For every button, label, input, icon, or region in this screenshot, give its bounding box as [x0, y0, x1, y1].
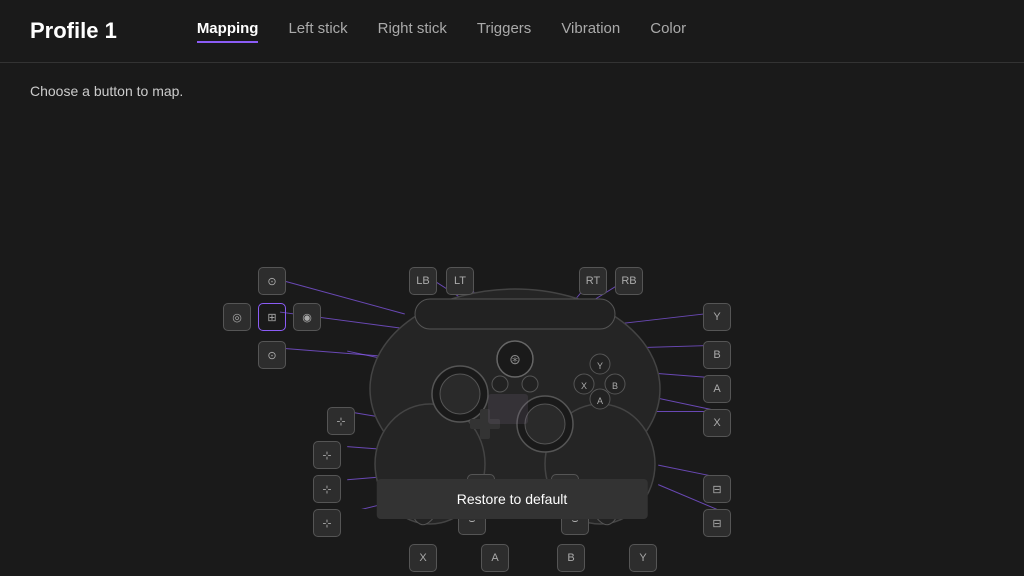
content: Choose a button to map. [0, 63, 1024, 574]
icon-dpad-center[interactable]: ⊹ [327, 407, 355, 435]
icon-dpad-up[interactable]: ⊹ [313, 441, 341, 469]
tab-right-stick[interactable]: Right stick [378, 20, 447, 43]
svg-text:X: X [581, 381, 587, 391]
icon-rt[interactable]: RT [579, 267, 607, 295]
icon-dpad-down[interactable]: ⊹ [313, 475, 341, 503]
icon-left-bottom[interactable]: ⊙ [258, 341, 286, 369]
icon-dpad-left[interactable]: ⊹ [313, 509, 341, 537]
icon-left-mid-left[interactable]: ◎ [223, 303, 251, 331]
icon-left-mid-right[interactable]: ◉ [293, 303, 321, 331]
tab-left-stick[interactable]: Left stick [288, 20, 347, 43]
icon-face-y-bottom[interactable]: Y [629, 544, 657, 572]
svg-text:B: B [612, 381, 618, 391]
svg-text:A: A [597, 396, 603, 406]
icon-btn-x[interactable]: X [703, 409, 731, 437]
mapping-area: ⊛ Y B A X ⊙ ◎ ⊞ ◉ ⊙ ⊹ ⊹ ⊹ [30, 119, 994, 509]
profile-title: Profile 1 [30, 18, 117, 44]
restore-button[interactable]: Restore to default [377, 479, 648, 519]
icon-lt[interactable]: LT [446, 267, 474, 295]
icon-btn-a[interactable]: A [703, 375, 731, 403]
icon-paddle-r2[interactable]: ⊟ [703, 509, 731, 537]
icon-face-x-bottom[interactable]: X [409, 544, 437, 572]
icon-btn-y[interactable]: Y [703, 303, 731, 331]
icon-left-top[interactable]: ⊙ [258, 267, 286, 295]
icon-left-mid-selected[interactable]: ⊞ [258, 303, 286, 331]
tab-vibration[interactable]: Vibration [561, 20, 620, 43]
header: Profile 1 Mapping Left stick Right stick Tr… [0, 0, 1024, 63]
nav-tabs: Mapping Left stick Right stick Triggers Vibr… [197, 20, 686, 43]
icon-btn-b[interactable]: B [703, 341, 731, 369]
instruction-text: Choose a button to map. [30, 83, 994, 99]
tab-color[interactable]: Color [650, 20, 686, 43]
tab-triggers[interactable]: Triggers [477, 20, 531, 43]
icon-face-b-bottom[interactable]: B [557, 544, 585, 572]
svg-text:Y: Y [597, 361, 603, 371]
icon-rb[interactable]: RB [615, 267, 643, 295]
icon-lb[interactable]: LB [409, 267, 437, 295]
svg-text:⊛: ⊛ [509, 351, 521, 367]
icon-paddle-r1[interactable]: ⊟ [703, 475, 731, 503]
tab-mapping[interactable]: Mapping [197, 20, 259, 43]
icon-face-a-bottom[interactable]: A [481, 544, 509, 572]
